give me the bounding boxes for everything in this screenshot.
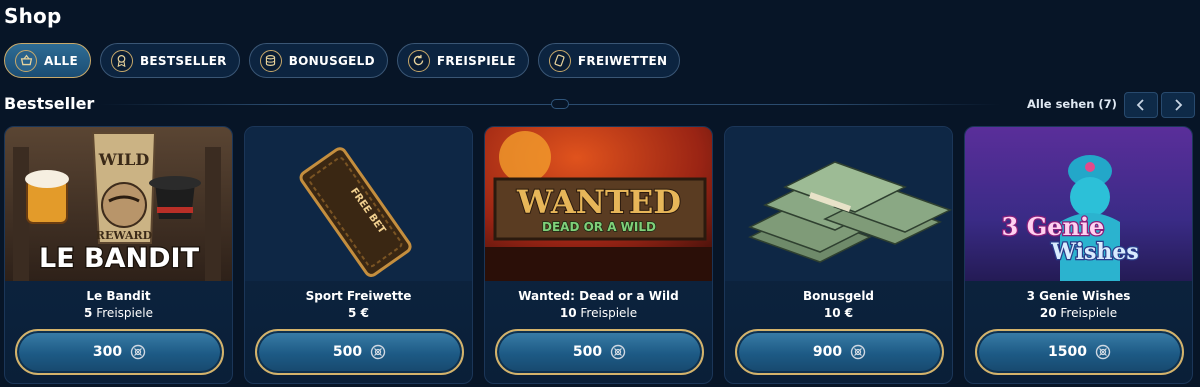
filter-bestseller-button[interactable]: BESTSELLER (99, 43, 240, 78)
filter-label: FREIWETTEN (577, 53, 668, 68)
medal-icon (110, 49, 133, 72)
filter-bar: ALLE BESTSELLER BONUSGELD FREISPIELE FRE… (4, 43, 681, 78)
coin-icon (370, 344, 386, 360)
price-label: 500 (572, 344, 603, 360)
price-label: 900 (812, 344, 843, 360)
art-text-3-genie: 3 Genie (1002, 212, 1105, 241)
basket-icon (15, 49, 37, 72)
buy-button[interactable]: 900 (735, 329, 944, 375)
product-unit: Freispiele (580, 306, 638, 320)
art-text-le-bandit: LE BANDIT (39, 243, 200, 274)
buy-button[interactable]: 500 (255, 329, 464, 375)
filter-label: FREISPIELE (436, 53, 516, 68)
coin-icon (850, 344, 866, 360)
product-subtitle: 5 Freispiele (5, 306, 232, 320)
divider-ornament (551, 99, 569, 109)
filter-freiwetten-button[interactable]: FREIWETTEN (537, 43, 681, 78)
price-label: 1500 (1048, 344, 1087, 360)
see-all-link[interactable]: Alle sehen (7) (1027, 97, 1117, 111)
art-text-wild: WILD (98, 150, 150, 169)
product-carousel: WILD REWARD LE BANDIT Le Bandit 5 Freisp… (4, 126, 1193, 384)
carousel-next-button[interactable] (1161, 92, 1195, 118)
product-title: Le Bandit (86, 289, 151, 303)
product-card[interactable]: WILD REWARD LE BANDIT Le Bandit 5 Freisp… (4, 126, 233, 384)
product-amount: 5 € (348, 306, 369, 320)
art-text-wishes: Wishes (1050, 239, 1138, 265)
genie-wishes-artwork: 3 Genie Wishes (965, 127, 1192, 281)
coin-icon (610, 344, 626, 360)
cash-stack-artwork (725, 127, 952, 281)
free-bet-ticket-artwork: FREE BET (245, 127, 472, 281)
page-title: Shop (4, 4, 62, 28)
art-text-reward: REWARD (96, 229, 153, 242)
product-unit: Freispiele (96, 306, 153, 320)
product-card[interactable]: WANTED DEAD OR A WILD Wanted: Dead or a … (484, 126, 713, 384)
product-subtitle: 20 Freispiele (965, 306, 1192, 320)
chevron-left-icon (1136, 96, 1146, 115)
product-amount: 5 (84, 306, 93, 320)
product-unit: Freispiele (1060, 306, 1118, 320)
product-amount: 20 (1039, 306, 1057, 320)
buy-button[interactable]: 1500 (975, 329, 1184, 375)
filter-all-button[interactable]: ALLE (4, 43, 91, 78)
product-amount: 10 € (823, 306, 854, 320)
coin-icon (130, 344, 146, 360)
art-text-wanted: WANTED (516, 183, 681, 221)
wanted-artwork: WANTED DEAD OR A WILD (485, 127, 712, 281)
carousel-prev-button[interactable] (1124, 92, 1158, 118)
ticket-icon (548, 49, 571, 72)
spin-icon (407, 49, 430, 72)
filter-label: ALLE (44, 53, 78, 68)
coins-icon (259, 49, 282, 72)
price-label: 500 (332, 344, 363, 360)
section-divider (100, 104, 1000, 105)
product-card[interactable]: FREE BET Sport Freiwette 5 € 500 (244, 126, 473, 384)
product-title: Wanted: Dead or a Wild (518, 289, 679, 303)
product-title: 3 Genie Wishes (1026, 289, 1131, 303)
art-text-dead-or-a-wild: DEAD OR A WILD (542, 220, 656, 234)
product-subtitle: 10 € (725, 306, 952, 320)
chevron-right-icon (1173, 96, 1183, 115)
product-title: Bonusgeld (802, 289, 875, 303)
filter-label: BONUSGELD (288, 53, 375, 68)
filter-freispiele-button[interactable]: FREISPIELE (396, 43, 529, 78)
product-subtitle: 5 € (245, 306, 472, 320)
product-card[interactable]: 3 Genie Wishes 3 Genie Wishes 20 Freispi… (964, 126, 1193, 384)
buy-button[interactable]: 300 (15, 329, 224, 375)
coin-icon (1095, 344, 1111, 360)
product-title: Sport Freiwette (305, 289, 412, 303)
product-subtitle: 10 Freispiele (485, 306, 712, 320)
product-amount: 10 (559, 306, 577, 320)
filter-bonusgeld-button[interactable]: BONUSGELD (248, 43, 388, 78)
product-card[interactable]: Bonusgeld 10 € 900 (724, 126, 953, 384)
filter-label: BESTSELLER (139, 53, 227, 68)
le-bandit-artwork: WILD REWARD LE BANDIT (5, 127, 232, 281)
price-label: 300 (92, 344, 123, 360)
section-title: Bestseller (4, 94, 95, 113)
buy-button[interactable]: 500 (495, 329, 704, 375)
